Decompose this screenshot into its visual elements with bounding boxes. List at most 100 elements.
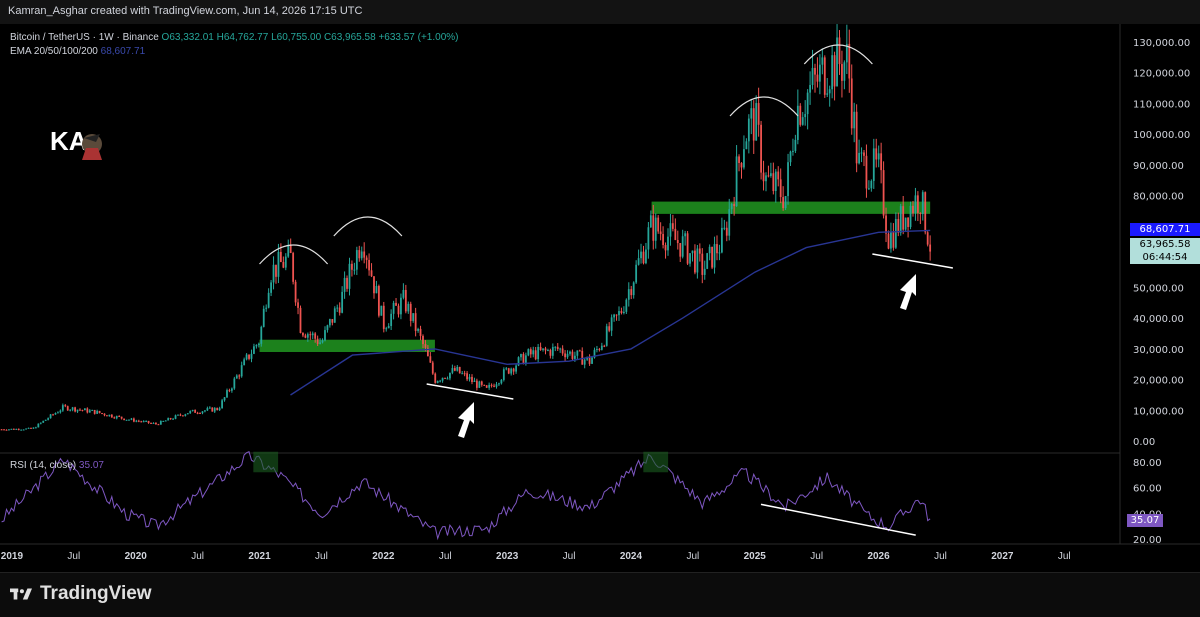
chart-area[interactable]: 130,000.00 120,000.00 110,000.00 100,000.00… (0, 24, 1200, 572)
candle-body (150, 422, 152, 424)
candle-body (172, 418, 174, 420)
candle-body (610, 317, 613, 331)
tradingview-logo[interactable]: TradingView (10, 583, 152, 605)
candle-body (135, 420, 138, 422)
candle-body (809, 84, 811, 93)
candle-body (698, 248, 701, 254)
time-axis-label: 2025 (744, 551, 767, 562)
price-chart-svg[interactable]: 130,000.00 120,000.00 110,000.00 100,000.00… (0, 24, 1200, 572)
time-axis-label: 2022 (372, 551, 395, 562)
candle-body (689, 253, 691, 264)
candle-body (818, 64, 821, 82)
candle-body (34, 427, 37, 429)
candle-body (346, 277, 348, 289)
candle-body (823, 57, 826, 95)
candle-body (3, 429, 5, 431)
candle-body (858, 152, 860, 164)
candle-body (544, 348, 547, 351)
time-axis-label: 2020 (125, 551, 148, 562)
candle-body (841, 64, 843, 81)
candle-body (669, 223, 672, 237)
candle-body (556, 346, 559, 350)
candle-body (267, 292, 270, 308)
support-zone (651, 201, 931, 214)
candle-body (64, 405, 67, 407)
candle-body (284, 256, 287, 268)
candle-body (123, 418, 125, 421)
candle-body (8, 429, 10, 431)
price-axis-label: 0.00 (1133, 437, 1155, 448)
candle-body (907, 217, 909, 227)
candle-body (916, 195, 919, 213)
candle-body (76, 409, 79, 412)
candle-body (351, 263, 353, 270)
candle-body (299, 307, 302, 333)
candle-body (319, 342, 321, 344)
candle-body (106, 415, 108, 417)
candle-body (478, 381, 481, 388)
candle-body (243, 359, 246, 366)
candle-body (52, 414, 54, 416)
candle-body (230, 388, 233, 391)
candle-body (507, 368, 510, 374)
price-axis-label: 110,000.00 (1133, 99, 1190, 110)
candle-body (912, 205, 914, 214)
candle-body (885, 215, 887, 234)
candle-body (784, 196, 787, 209)
candle-body (311, 333, 314, 336)
candle-body (289, 245, 292, 253)
candle-body (757, 103, 760, 125)
candle-body (10, 428, 13, 430)
candle-body (157, 424, 160, 426)
candle-body (608, 326, 611, 331)
candle-body (471, 376, 473, 382)
candle-body (926, 232, 929, 245)
candle-body (0, 429, 3, 431)
candle-body (25, 428, 27, 430)
price-axis-label: 80,000.00 (1133, 191, 1184, 202)
candle-body (414, 313, 417, 331)
candle-body (167, 418, 170, 421)
candle-body (576, 350, 579, 356)
price-axis-label: 20,000.00 (1133, 376, 1184, 387)
candle-body (598, 349, 601, 351)
candle-body (211, 407, 214, 412)
countdown-tag: 06:44:54 (1130, 251, 1200, 264)
candle-body (341, 291, 344, 313)
candle-body (522, 353, 525, 364)
candle-body (625, 299, 628, 312)
candle-body (57, 412, 59, 414)
symbol-name[interactable]: Bitcoin / TetherUS · 1W · Binance (10, 32, 159, 43)
candle-body (444, 377, 446, 379)
rsi-overbought-highlight (253, 451, 279, 473)
candle-body (164, 420, 167, 422)
rsi-label[interactable]: RSI (14, close) (10, 460, 76, 471)
candle-body (740, 162, 743, 168)
candle-body (902, 206, 905, 230)
candle-body (520, 353, 522, 358)
rsi-price-tag: 35.07 (1127, 514, 1163, 527)
candle-body (228, 390, 231, 392)
candle-body (897, 218, 900, 233)
ema-line (290, 229, 931, 396)
candle-body (755, 103, 758, 141)
candle-body (91, 409, 94, 411)
candle-body (659, 231, 662, 235)
candle-body (49, 414, 52, 419)
candle-body (801, 117, 804, 125)
candle-body (789, 151, 792, 163)
candle-body (238, 375, 241, 377)
candle-body (419, 328, 422, 336)
candle-body (833, 55, 836, 87)
candle-body (640, 251, 642, 259)
candle-body (194, 409, 197, 413)
candle-body (265, 307, 268, 309)
candle-body (257, 343, 260, 345)
candle-body (855, 111, 858, 164)
price-axis-label: 120,000.00 (1133, 69, 1190, 80)
candle-body (760, 124, 762, 173)
candle-body (132, 418, 135, 422)
candle-body (914, 195, 917, 214)
ema-label[interactable]: EMA 20/50/100/200 (10, 46, 98, 57)
candle-body (233, 378, 236, 389)
